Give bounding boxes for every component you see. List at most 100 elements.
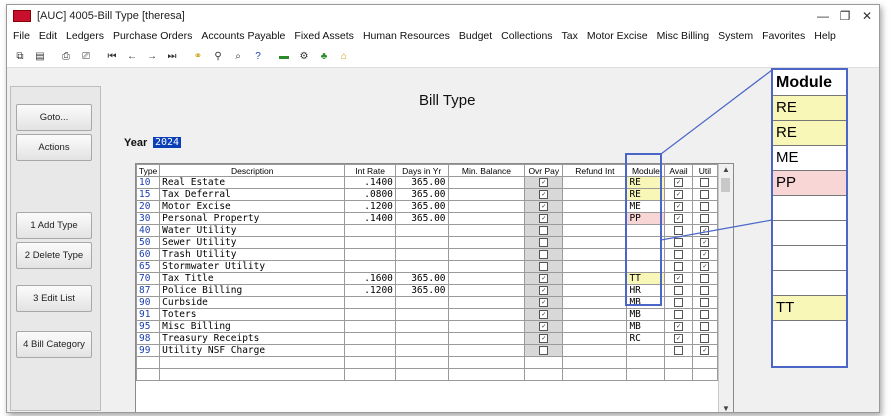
int-rate-cell[interactable] <box>344 332 396 345</box>
refund-int-cell[interactable] <box>562 200 628 213</box>
menu-budget[interactable]: Budget <box>459 30 492 42</box>
copy-icon[interactable]: ⧉ <box>13 49 27 63</box>
overpay-checkbox[interactable]: ✓ <box>539 298 549 307</box>
days-in-year-cell[interactable]: 365.00 <box>394 284 449 297</box>
table-row[interactable]: 15 Tax Deferral .0800 365.00 ✓ RE ✓ <box>136 188 719 201</box>
util-checkbox[interactable] <box>700 190 710 199</box>
util-checkbox[interactable] <box>700 274 710 283</box>
module-cell[interactable]: HR <box>626 284 666 297</box>
util-checkbox[interactable]: ✓ <box>700 238 710 247</box>
overpay-checkbox[interactable]: ✓ <box>539 286 549 295</box>
description-cell[interactable]: Toters <box>159 308 346 321</box>
overpay-checkbox[interactable] <box>539 250 549 259</box>
module-icon[interactable]: ♣ <box>317 49 331 63</box>
days-in-year-cell[interactable]: 365.00 <box>394 188 449 201</box>
overpay-checkbox[interactable]: ✓ <box>539 310 549 319</box>
overpay-checkbox[interactable] <box>539 238 549 247</box>
util-checkbox[interactable] <box>700 322 710 331</box>
empty-cell[interactable] <box>159 356 346 369</box>
menu-misc-billing[interactable]: Misc Billing <box>657 30 710 42</box>
int-rate-cell[interactable]: .0800 <box>344 188 396 201</box>
min-balance-cell[interactable] <box>447 284 526 297</box>
module-cell[interactable] <box>626 236 666 249</box>
min-balance-cell[interactable] <box>447 176 526 189</box>
type-cell[interactable]: 30 <box>136 212 161 225</box>
print-preview-icon[interactable]: ⎚ <box>79 49 93 63</box>
menu-help[interactable]: Help <box>814 30 836 42</box>
module-cell[interactable]: ME <box>626 200 666 213</box>
refund-int-cell[interactable] <box>562 296 628 309</box>
min-balance-cell[interactable] <box>447 236 526 249</box>
empty-cell[interactable] <box>524 356 564 369</box>
avail-checkbox[interactable]: ✓ <box>674 322 683 331</box>
table-row[interactable]: 30 Personal Property .1400 365.00 ✓ PP ✓ <box>136 212 719 225</box>
avail-checkbox[interactable]: ✓ <box>674 274 683 283</box>
avail-checkbox[interactable]: ✓ <box>674 190 683 199</box>
year-field[interactable]: 2024 <box>153 137 182 148</box>
module-cell[interactable]: RE <box>626 188 666 201</box>
min-balance-cell[interactable] <box>447 224 526 237</box>
min-balance-cell[interactable] <box>447 260 526 273</box>
description-cell[interactable]: Utility NSF Charge <box>159 344 346 357</box>
min-balance-cell[interactable] <box>447 200 526 213</box>
util-checkbox[interactable] <box>700 334 710 343</box>
actions-button[interactable]: Actions <box>16 134 92 161</box>
module-cell[interactable]: MB <box>626 296 666 309</box>
column-header-days-in-yr[interactable]: Days in Yr <box>394 164 449 177</box>
empty-cell[interactable] <box>691 368 719 381</box>
int-rate-cell[interactable]: .1600 <box>344 272 396 285</box>
goto-button[interactable]: Goto... <box>16 104 92 131</box>
days-in-year-cell[interactable]: 365.00 <box>394 272 449 285</box>
description-cell[interactable]: Real Estate <box>159 176 346 189</box>
type-cell[interactable]: 50 <box>136 236 161 249</box>
empty-cell[interactable] <box>344 356 396 369</box>
last-record-icon[interactable]: ⏭ <box>165 49 179 63</box>
int-rate-cell[interactable] <box>344 260 396 273</box>
empty-cell[interactable] <box>562 356 628 369</box>
type-cell[interactable]: 40 <box>136 224 161 237</box>
refund-int-cell[interactable] <box>562 332 628 345</box>
type-cell[interactable]: 91 <box>136 308 161 321</box>
min-balance-cell[interactable] <box>447 308 526 321</box>
type-cell[interactable]: 90 <box>136 296 161 309</box>
grid-scrollbar[interactable]: ▲ ▼ <box>718 164 733 412</box>
avail-checkbox[interactable]: ✓ <box>674 178 683 187</box>
min-balance-cell[interactable] <box>447 188 526 201</box>
menu-human-resources[interactable]: Human Resources <box>363 30 450 42</box>
column-header-module[interactable]: Module <box>626 164 666 177</box>
empty-row[interactable] <box>136 368 719 381</box>
overpay-checkbox[interactable]: ✓ <box>539 322 549 331</box>
avail-checkbox[interactable]: ✓ <box>674 202 683 211</box>
avail-checkbox[interactable] <box>674 286 683 295</box>
util-checkbox[interactable]: ✓ <box>700 262 710 271</box>
type-cell[interactable]: 98 <box>136 332 161 345</box>
table-row[interactable]: 91 Toters ✓ MB <box>136 308 719 321</box>
min-balance-cell[interactable] <box>447 344 526 357</box>
column-header-int-rate[interactable]: Int Rate <box>344 164 396 177</box>
refund-int-cell[interactable] <box>562 176 628 189</box>
min-balance-cell[interactable] <box>447 320 526 333</box>
module-cell[interactable]: RE <box>626 176 666 189</box>
module-cell[interactable] <box>626 260 666 273</box>
zoom-icon[interactable]: ⌕ <box>231 49 245 63</box>
days-in-year-cell[interactable] <box>394 308 449 321</box>
edit-list-button[interactable]: 3 Edit List <box>16 285 92 312</box>
int-rate-cell[interactable]: .1200 <box>344 284 396 297</box>
overpay-checkbox[interactable]: ✓ <box>539 178 549 187</box>
column-header-min-balance[interactable]: Min. Balance <box>447 164 526 177</box>
util-checkbox[interactable] <box>700 214 710 223</box>
days-in-year-cell[interactable]: 365.00 <box>394 176 449 189</box>
refund-int-cell[interactable] <box>562 320 628 333</box>
description-cell[interactable]: Stormwater Utility <box>159 260 346 273</box>
int-rate-cell[interactable] <box>344 320 396 333</box>
util-checkbox[interactable] <box>700 178 710 187</box>
empty-cell[interactable] <box>136 368 161 381</box>
type-cell[interactable]: 99 <box>136 344 161 357</box>
description-cell[interactable]: Curbside <box>159 296 346 309</box>
empty-cell[interactable] <box>664 356 693 369</box>
module-cell[interactable] <box>626 248 666 261</box>
menu-favorites[interactable]: Favorites <box>762 30 805 42</box>
type-cell[interactable]: 20 <box>136 200 161 213</box>
min-balance-cell[interactable] <box>447 332 526 345</box>
type-cell[interactable]: 70 <box>136 272 161 285</box>
